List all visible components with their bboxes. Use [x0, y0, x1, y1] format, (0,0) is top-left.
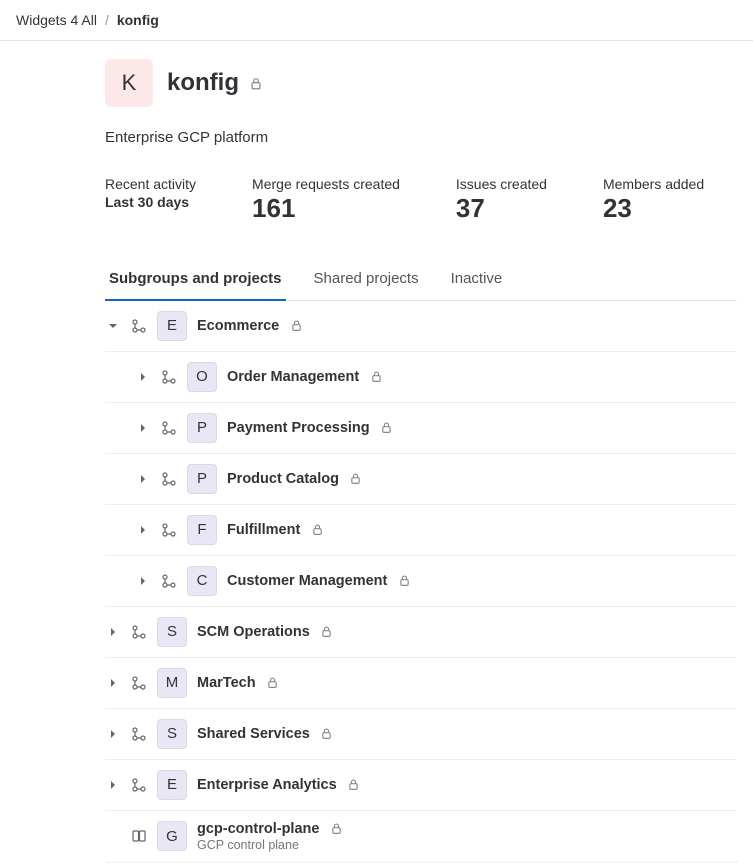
item-name[interactable]: Enterprise Analytics [197, 777, 337, 793]
group-title: konfig [167, 69, 263, 97]
members-value: 23 [603, 192, 704, 226]
tab-shared[interactable]: Shared projects [310, 260, 423, 301]
item-name[interactable]: Ecommerce [197, 318, 279, 334]
chevron-right-icon[interactable] [135, 471, 151, 487]
chevron-right-icon[interactable] [135, 369, 151, 385]
item-name[interactable]: Shared Services [197, 726, 310, 742]
lock-icon [349, 472, 363, 486]
breadcrumb-separator: / [105, 12, 109, 28]
item-avatar: E [157, 311, 187, 341]
item-avatar: P [187, 413, 217, 443]
lock-icon [310, 523, 324, 537]
tree-row-ecommerce[interactable]: E Ecommerce [105, 301, 737, 352]
merge-requests-label: Merge requests created [252, 176, 400, 192]
item-name[interactable]: Customer Management [227, 573, 387, 589]
stat-members: Members added 23 [603, 176, 704, 226]
issues-label: Issues created [456, 176, 547, 192]
stat-merge-requests: Merge requests created 161 [252, 176, 400, 226]
subgroup-icon [131, 777, 147, 793]
tree-row-fulfillment[interactable]: F Fulfillment [105, 505, 737, 556]
subgroup-icon [131, 726, 147, 742]
lock-icon [347, 778, 361, 792]
tree-row-product-catalog[interactable]: P Product Catalog [105, 454, 737, 505]
item-name[interactable]: Fulfillment [227, 522, 300, 538]
recent-activity-label: Recent activity [105, 176, 196, 192]
subgroup-icon [131, 624, 147, 640]
item-avatar: S [157, 719, 187, 749]
tree-row-scm-operations[interactable]: S SCM Operations [105, 607, 737, 658]
tree-row-payment-processing[interactable]: P Payment Processing [105, 403, 737, 454]
lock-icon [289, 319, 303, 333]
group-avatar: K [105, 59, 153, 107]
tree-row-shared-services[interactable]: S Shared Services [105, 709, 737, 760]
breadcrumb: Widgets 4 All / konfig [0, 0, 753, 41]
lock-icon [380, 421, 394, 435]
lock-icon [329, 822, 343, 836]
item-avatar: O [187, 362, 217, 392]
lock-icon [320, 727, 334, 741]
issues-value: 37 [456, 192, 547, 226]
chevron-right-icon[interactable] [105, 675, 121, 691]
group-name: konfig [167, 69, 239, 97]
item-name[interactable]: Order Management [227, 369, 359, 385]
project-icon [131, 828, 147, 844]
item-avatar: C [187, 566, 217, 596]
chevron-down-icon[interactable] [105, 318, 121, 334]
subgroup-icon [161, 471, 177, 487]
recent-activity-period: Last 30 days [105, 194, 196, 210]
subgroup-icon [161, 369, 177, 385]
stat-recent: Recent activity Last 30 days [105, 176, 196, 226]
item-name[interactable]: Payment Processing [227, 420, 370, 436]
tree-row-order-management[interactable]: O Order Management [105, 352, 737, 403]
lock-icon [397, 574, 411, 588]
item-avatar: M [157, 668, 187, 698]
subgroups-tree: E Ecommerce O Order Management P Payment… [105, 301, 737, 863]
merge-requests-value: 161 [252, 192, 400, 226]
chevron-right-icon[interactable] [105, 726, 121, 742]
members-label: Members added [603, 176, 704, 192]
item-description: GCP control plane [197, 838, 343, 852]
lock-icon [369, 370, 383, 384]
chevron-right-icon[interactable] [135, 522, 151, 538]
group-description: Enterprise GCP platform [105, 129, 737, 146]
lock-icon [320, 625, 334, 639]
tree-row-martech[interactable]: M MarTech [105, 658, 737, 709]
breadcrumb-current: konfig [117, 12, 159, 28]
item-avatar: S [157, 617, 187, 647]
chevron-right-icon[interactable] [105, 777, 121, 793]
item-name[interactable]: SCM Operations [197, 624, 310, 640]
lock-icon [266, 676, 280, 690]
chevron-right-icon[interactable] [135, 420, 151, 436]
item-avatar: G [157, 821, 187, 851]
chevron-right-icon[interactable] [135, 573, 151, 589]
item-avatar: F [187, 515, 217, 545]
item-avatar: E [157, 770, 187, 800]
item-name[interactable]: Product Catalog [227, 471, 339, 487]
tab-inactive[interactable]: Inactive [447, 260, 507, 301]
item-name[interactable]: gcp-control-plane [197, 821, 319, 837]
subgroup-icon [161, 420, 177, 436]
activity-stats: Recent activity Last 30 days Merge reque… [105, 176, 737, 226]
tree-row-customer-management[interactable]: C Customer Management [105, 556, 737, 607]
stat-issues: Issues created 37 [456, 176, 547, 226]
subgroup-icon [131, 318, 147, 334]
subgroup-icon [161, 573, 177, 589]
item-name[interactable]: MarTech [197, 675, 256, 691]
tree-row-gcp-control-plane[interactable]: G gcp-control-plane GCP control plane [105, 811, 737, 863]
tab-subgroups[interactable]: Subgroups and projects [105, 260, 286, 301]
chevron-right-icon[interactable] [105, 624, 121, 640]
item-avatar: P [187, 464, 217, 494]
content-tabs: Subgroups and projects Shared projects I… [105, 260, 737, 301]
lock-icon [249, 76, 263, 90]
breadcrumb-parent[interactable]: Widgets 4 All [16, 12, 97, 28]
tree-row-enterprise-analytics[interactable]: E Enterprise Analytics [105, 760, 737, 811]
group-header: K konfig [105, 59, 737, 107]
subgroup-icon [131, 675, 147, 691]
subgroup-icon [161, 522, 177, 538]
